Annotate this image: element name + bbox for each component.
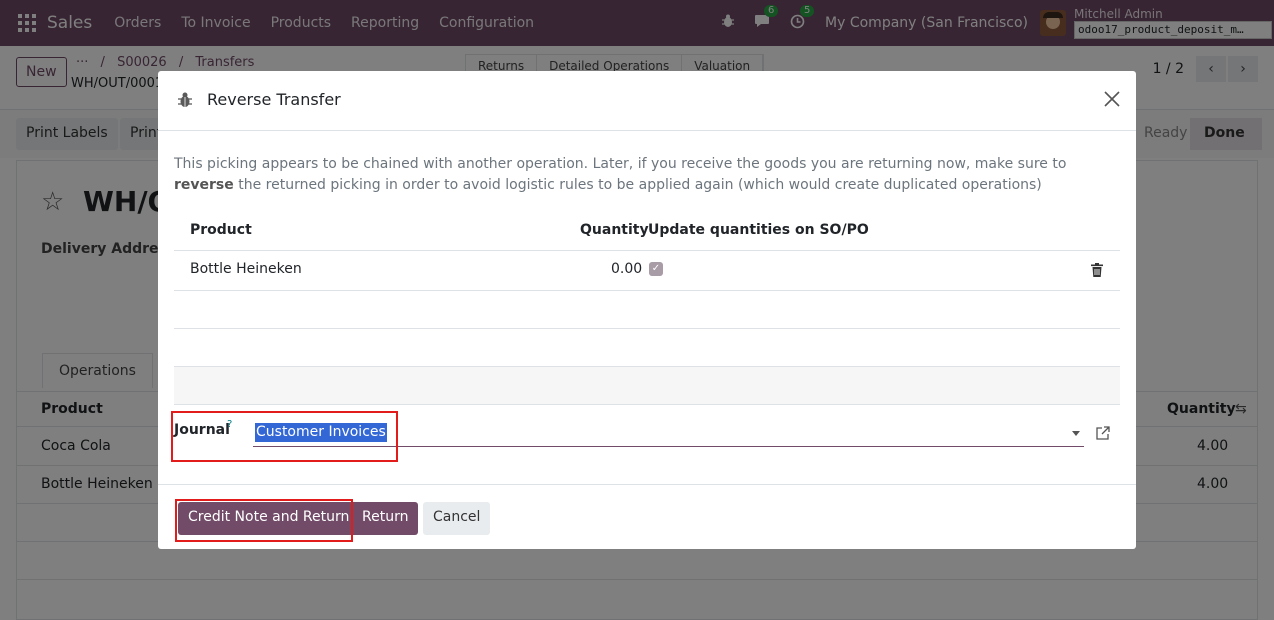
dialog-header: Reverse Transfer	[158, 71, 1136, 131]
table-row-empty	[174, 329, 1120, 367]
return-lines-header: Product Quantity Update quantities on SO…	[174, 211, 1120, 251]
debug-bug-icon[interactable]	[178, 92, 192, 108]
cancel-button[interactable]: Cancel	[423, 502, 491, 535]
trash-icon[interactable]	[1091, 263, 1103, 277]
col-quantity: Quantity	[580, 222, 649, 238]
col-update-quantities: Update quantities on SO/PO	[648, 222, 869, 238]
dialog-footer: Credit Note and Return Return Cancel	[158, 484, 1136, 549]
note-text-end: the returned picking in order to avoid l…	[233, 177, 1042, 193]
table-row-empty	[174, 367, 1120, 405]
note-emphasis: reverse	[174, 177, 234, 193]
return-button[interactable]: Return	[352, 502, 419, 535]
table-row[interactable]: Bottle Heineken 0.00 ✓	[174, 251, 1120, 291]
close-icon[interactable]	[1102, 89, 1122, 109]
line-product[interactable]: Bottle Heineken	[190, 261, 302, 277]
col-product: Product	[190, 222, 252, 238]
reverse-transfer-dialog: Reverse Transfer This picking appears to…	[158, 71, 1136, 549]
external-link-icon[interactable]	[1096, 426, 1110, 440]
chained-picking-warning: This picking appears to be chained with …	[174, 154, 1119, 196]
dialog-title: Reverse Transfer	[207, 90, 341, 109]
highlight-box-journal	[171, 411, 398, 462]
note-text: This picking appears to be chained with …	[174, 156, 1067, 172]
highlight-box-credit-note	[175, 499, 353, 542]
chevron-down-icon[interactable]	[1072, 431, 1080, 436]
table-row-empty	[174, 291, 1120, 329]
line-quantity[interactable]: 0.00	[611, 261, 642, 277]
update-quantities-checkbox[interactable]: ✓	[649, 262, 663, 276]
